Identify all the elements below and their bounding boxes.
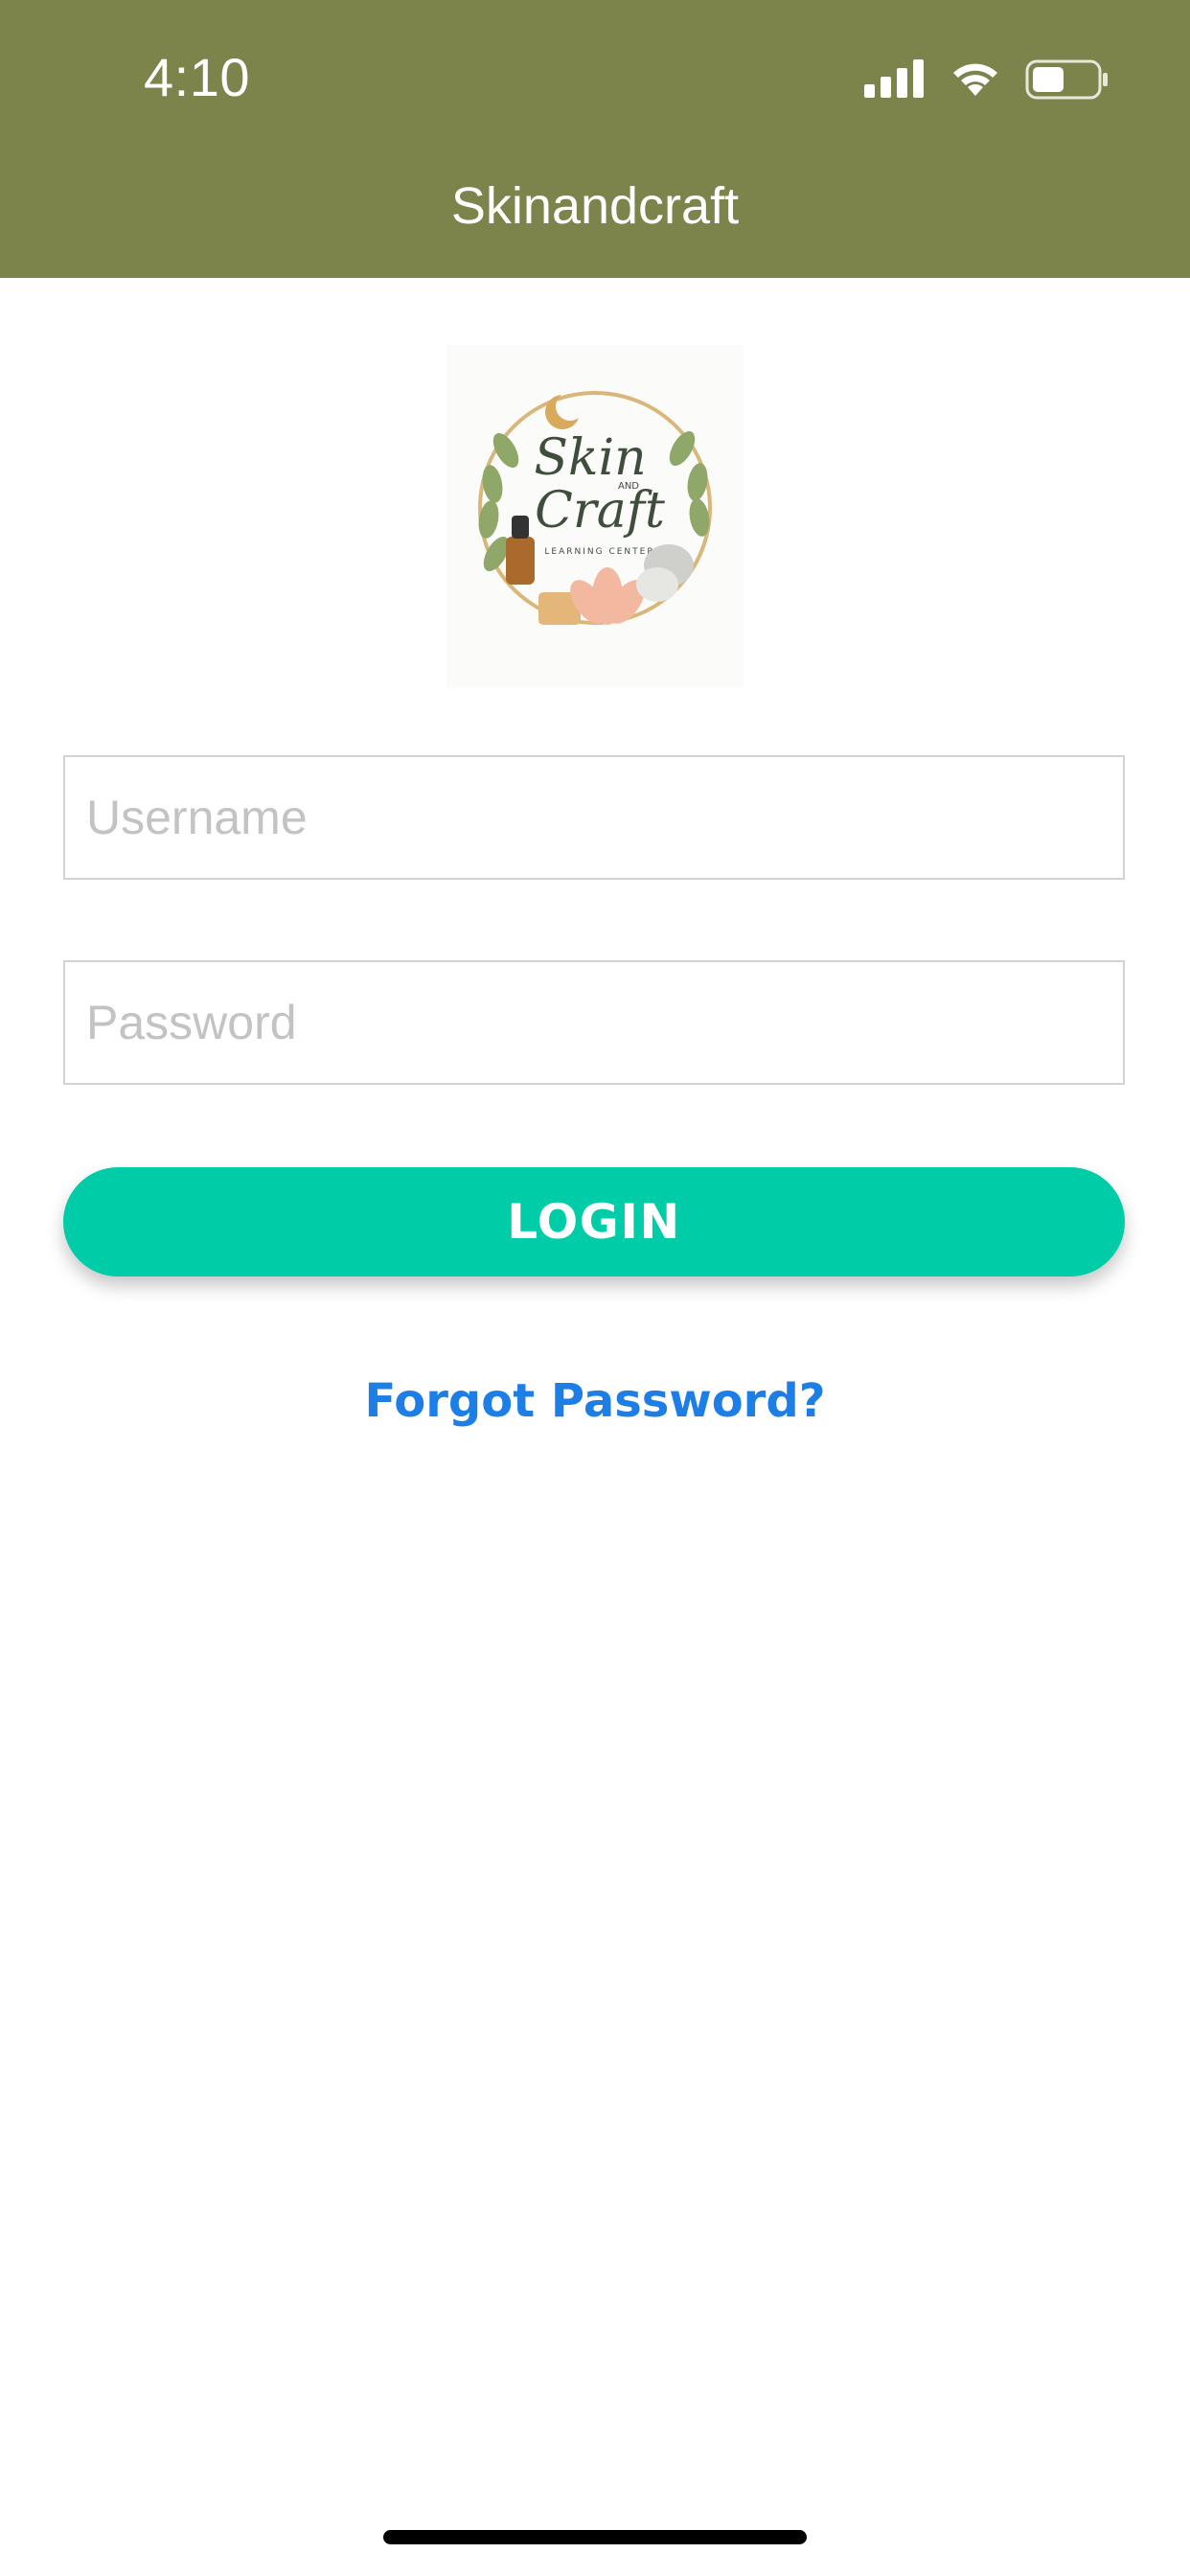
forgot-password-link[interactable]: Forgot Password? [0, 1374, 1190, 1428]
svg-text:Skin: Skin [534, 429, 646, 487]
login-button[interactable]: LOGIN [63, 1167, 1125, 1276]
password-input[interactable] [63, 960, 1125, 1085]
status-time: 4:10 [144, 47, 250, 107]
status-icons [864, 56, 1113, 102]
username-input[interactable] [63, 755, 1125, 880]
svg-text:LEARNING CENTER: LEARNING CENTER [544, 547, 654, 557]
battery-icon [1025, 59, 1108, 100]
app-header: 4:10 Skinandcraft [0, 0, 1190, 278]
brand-logo: Skin AND Craft LEARNING CENTER [446, 345, 744, 688]
wifi-icon [953, 63, 997, 96]
app-title: Skinandcraft [450, 177, 740, 235]
home-indicator[interactable] [383, 2530, 807, 2544]
svg-text:Craft: Craft [535, 482, 665, 540]
signal-icon [864, 59, 924, 98]
